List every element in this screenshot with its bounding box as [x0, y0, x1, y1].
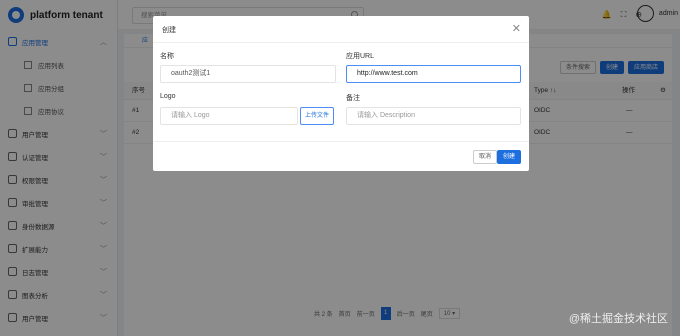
create-dialog: 创建 ✕ 名称 oauth2测试1 应用URL http://www.test.… [153, 16, 529, 171]
dialog-header: 创建 ✕ [153, 16, 529, 43]
create-confirm-button[interactable]: 创建 [496, 150, 521, 164]
note-label: 备注 [346, 95, 360, 102]
dialog-title: 创建 [162, 27, 176, 34]
close-icon[interactable]: ✕ [512, 22, 521, 35]
description-field[interactable]: 请输入 Description [346, 107, 521, 125]
url-label: 应用URL [346, 53, 375, 60]
logo-field[interactable]: 请输入 Logo [160, 107, 298, 125]
watermark: @稀土掘金技术社区 [568, 313, 668, 325]
url-field[interactable]: http://www.test.com [346, 65, 521, 83]
cancel-button[interactable]: 取消 [472, 150, 497, 164]
name-label: 名称 [160, 53, 174, 60]
logo-label: Logo [160, 93, 176, 100]
upload-file-button[interactable]: 上传文件 [300, 107, 335, 125]
dialog-footer: 取消 创建 [153, 141, 529, 171]
name-field[interactable]: oauth2测试1 [160, 65, 336, 83]
